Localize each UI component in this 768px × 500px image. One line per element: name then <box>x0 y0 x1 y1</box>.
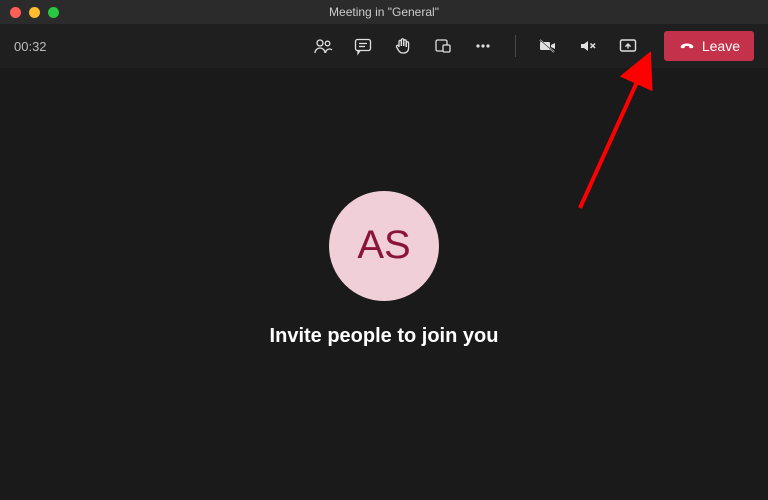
invite-prompt: Invite people to join you <box>270 325 499 348</box>
leave-button[interactable]: Leave <box>664 31 754 61</box>
window-maximize-button[interactable] <box>48 7 59 18</box>
window-title: Meeting in "General" <box>329 5 439 19</box>
participants-icon[interactable] <box>313 36 333 56</box>
meeting-toolbar: 00:32 <box>0 24 768 68</box>
chat-icon[interactable] <box>353 36 373 56</box>
hangup-icon <box>678 37 696 55</box>
window-minimize-button[interactable] <box>29 7 40 18</box>
meeting-stage: AS Invite people to join you <box>0 68 768 500</box>
speaker-muted-icon[interactable] <box>578 36 598 56</box>
share-screen-icon[interactable] <box>618 36 638 56</box>
window-close-button[interactable] <box>10 7 21 18</box>
raise-hand-icon[interactable] <box>393 36 413 56</box>
toolbar-divider <box>515 35 516 57</box>
camera-off-icon[interactable] <box>538 36 558 56</box>
more-actions-icon[interactable] <box>473 36 493 56</box>
traffic-lights <box>0 7 59 18</box>
breakout-rooms-icon[interactable] <box>433 36 453 56</box>
participant-avatar: AS <box>329 191 439 301</box>
leave-button-label: Leave <box>702 38 740 54</box>
meeting-timer: 00:32 <box>14 39 47 54</box>
avatar-initials: AS <box>357 223 410 268</box>
window-titlebar: Meeting in "General" <box>0 0 768 24</box>
